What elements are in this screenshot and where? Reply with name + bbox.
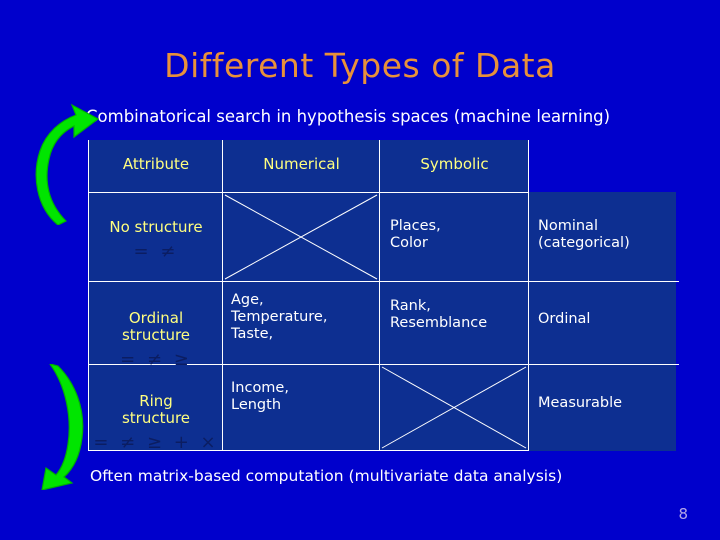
table-vline-left <box>88 140 89 451</box>
row-label-text-1: Ordinal structure <box>121 308 191 345</box>
table-vline-col3 <box>528 140 529 451</box>
page-number: 8 <box>678 505 688 523</box>
table-cell-crossed-2-symbolic <box>381 366 527 449</box>
table-cell-crossed-0-numerical <box>224 194 378 280</box>
table-cell-0-scale: Nominal (categorical) <box>538 218 630 252</box>
table-cell-0-symbolic: Places, Color <box>390 218 441 252</box>
page-title: Different Types of Data <box>164 46 556 85</box>
table-vline-col1 <box>222 140 223 451</box>
row-operators-2: = ≠ ≥ + × <box>93 432 219 454</box>
table-cell-1-numerical: Age, Temperature, Taste, <box>231 292 328 343</box>
table-row-label-2: Ring structure = ≠ ≥ + × <box>90 375 222 471</box>
subtitle-text: Combinatorical search in hypothesis spac… <box>86 107 611 126</box>
slide: Different Types of Data Combinatorical s… <box>0 0 720 540</box>
table-row-label-0: No structure = ≠ <box>90 218 222 262</box>
bottom-note-text: Often matrix-based computation (multivar… <box>90 467 563 485</box>
row-operators-0: = ≠ <box>133 240 179 262</box>
table-header-symbolic: Symbolic <box>420 155 489 173</box>
row-label-text-2: Ring structure <box>121 391 191 428</box>
table-row-label-1: Ordinal structure = ≠ ≥ <box>90 292 222 388</box>
table-header-numerical: Numerical <box>263 155 340 173</box>
table-hline-header <box>88 192 528 193</box>
table-hline-row1 <box>88 281 679 282</box>
table-header-attribute: Attribute <box>122 155 190 173</box>
row-operators-1: = ≠ ≥ <box>120 349 192 371</box>
table-cell-2-scale: Measurable <box>538 395 623 411</box>
table-cell-2-numerical: Income, Length <box>231 380 289 414</box>
table-cell-1-symbolic: Rank, Resemblance <box>390 298 488 332</box>
row-label-text-0: No structure <box>109 218 203 236</box>
data-types-table: Attribute Numerical Symbolic No structur… <box>88 140 679 453</box>
table-cell-1-scale: Ordinal <box>538 311 591 327</box>
table-vline-col2 <box>379 140 380 451</box>
